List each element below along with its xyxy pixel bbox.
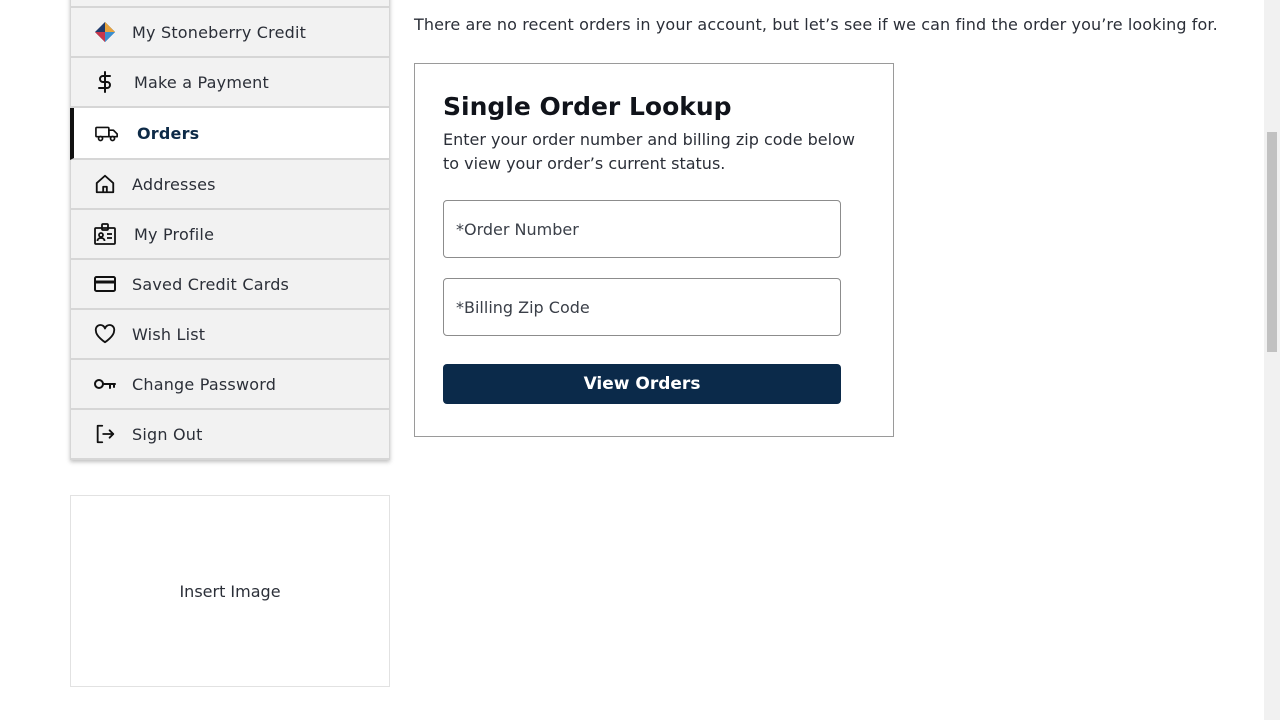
profile-badge-icon	[93, 222, 117, 246]
view-orders-button[interactable]: View Orders	[443, 364, 841, 404]
sidebar-item-label: Sign Out	[132, 424, 203, 444]
billing-zip-input[interactable]	[443, 278, 841, 336]
lookup-description: Enter your order number and billing zip …	[443, 130, 855, 173]
sidebar-item-label: Saved Credit Cards	[132, 274, 290, 294]
account-sidebar: My Stoneberry Credit Make a Payment Orde…	[70, 0, 390, 460]
no-orders-message: There are no recent orders in your accou…	[414, 15, 1218, 34]
sidebar-item-previous[interactable]	[70, 0, 390, 8]
sidebar-item-label: Orders	[137, 123, 200, 143]
sidebar-item-wish-list[interactable]: Wish List	[70, 310, 390, 360]
sidebar-item-label: Addresses	[132, 174, 216, 194]
stoneberry-credit-icon	[93, 20, 117, 44]
credit-card-icon	[93, 272, 117, 296]
heart-icon	[93, 322, 117, 346]
home-icon	[93, 172, 117, 196]
sidebar-item-my-profile[interactable]: My Profile	[70, 210, 390, 260]
sidebar-item-label: Wish List	[132, 324, 206, 344]
sidebar-item-sign-out[interactable]: Sign Out	[70, 410, 390, 460]
key-icon	[93, 372, 117, 396]
truck-icon	[95, 121, 119, 145]
sidebar-item-saved-credit-cards[interactable]: Saved Credit Cards	[70, 260, 390, 310]
page: My Stoneberry Credit Make a Payment Orde…	[0, 0, 1280, 720]
sidebar-item-label: My Stoneberry Credit	[132, 22, 307, 42]
sidebar-item-label: Change Password	[132, 374, 277, 394]
sidebar-item-label: Make a Payment	[134, 72, 269, 92]
sidebar-item-change-password[interactable]: Change Password	[70, 360, 390, 410]
sidebar-item-stoneberry-credit[interactable]: My Stoneberry Credit	[70, 8, 390, 58]
sign-out-icon	[93, 422, 117, 446]
sidebar-item-addresses[interactable]: Addresses	[70, 160, 390, 210]
lookup-title: Single Order Lookup	[443, 92, 732, 121]
image-placeholder-label: Insert Image	[179, 581, 281, 601]
sidebar-item-orders[interactable]: Orders	[70, 108, 390, 160]
page-scrollbar[interactable]	[1264, 0, 1280, 720]
single-order-lookup-panel: Single Order Lookup Enter your order num…	[414, 63, 894, 437]
sidebar-item-make-payment[interactable]: Make a Payment	[70, 58, 390, 108]
image-placeholder-card: Insert Image	[70, 495, 390, 687]
sidebar-item-label: My Profile	[134, 224, 215, 244]
order-number-input[interactable]	[443, 200, 841, 258]
scrollbar-thumb[interactable]	[1267, 132, 1277, 352]
dollar-icon	[93, 70, 117, 94]
